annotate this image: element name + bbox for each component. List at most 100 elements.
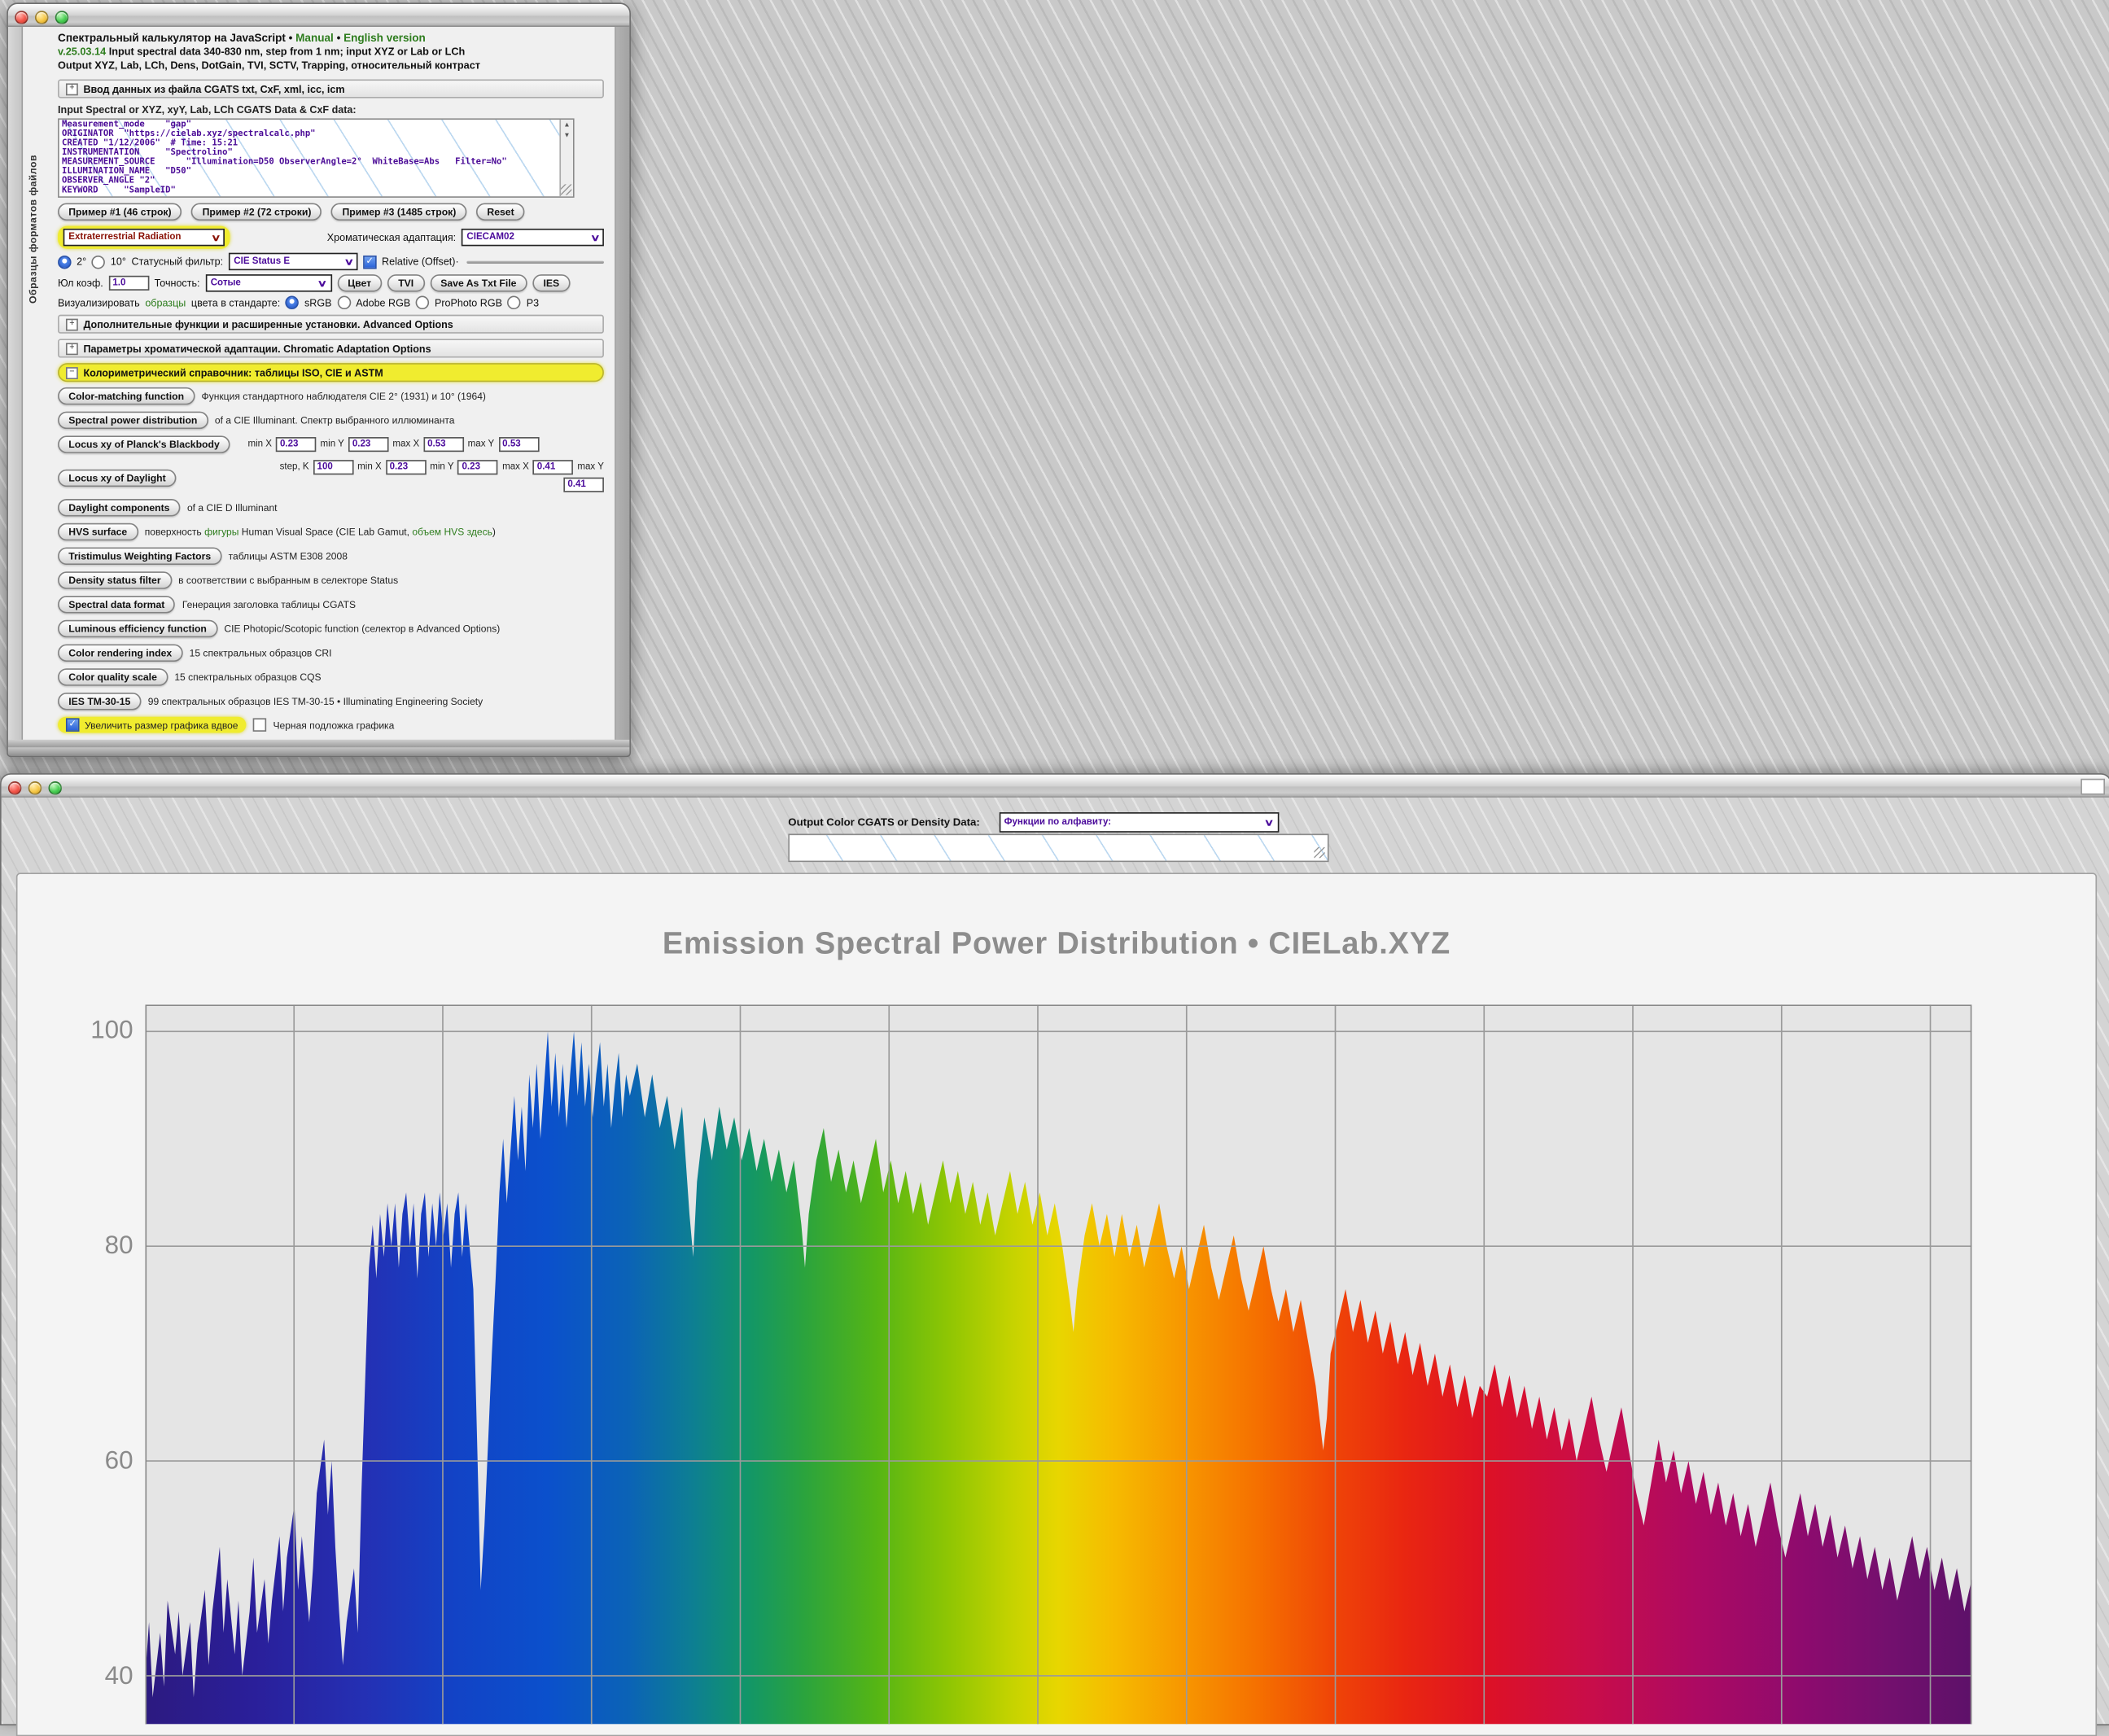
observer-2deg-radio[interactable]: [58, 255, 72, 269]
chevron-down-icon: ∨: [317, 278, 328, 288]
yule-label: Юл коэф.: [58, 277, 103, 289]
zoom-button[interactable]: [55, 10, 69, 24]
relative-offset-label: Relative (Offset)·: [382, 256, 459, 268]
luminous-efficiency-button[interactable]: Luminous efficiency function: [58, 620, 217, 637]
example3-button[interactable]: Пример #3 (1485 строк): [331, 203, 466, 221]
chevron-down-icon: ∨: [590, 232, 601, 243]
prophoto-radio[interactable]: [416, 296, 430, 310]
reset-button[interactable]: Reset: [476, 203, 525, 221]
dl-maxy-input[interactable]: 0.41: [563, 478, 604, 492]
figure-link[interactable]: фигуры: [204, 526, 238, 538]
calc-content: Образцы форматов файлов Спектральный кал…: [21, 27, 615, 740]
spectrum-plot: [145, 1004, 1971, 1724]
minimize-button[interactable]: [28, 781, 42, 794]
double-graph-size-checkbox[interactable]: ✓: [66, 718, 80, 732]
ies-tm30-button[interactable]: IES TM-30-15: [58, 693, 141, 710]
example1-button[interactable]: Пример #1 (46 строк): [58, 203, 182, 221]
observer-10deg-radio[interactable]: [92, 255, 106, 269]
tristimulus-weighting-button[interactable]: Tristimulus Weighting Factors: [58, 548, 221, 565]
example2-button[interactable]: Пример #2 (72 строки): [191, 203, 322, 221]
color-rendering-index-button[interactable]: Color rendering index: [58, 644, 182, 661]
section-advanced-options[interactable]: + Дополнительные функции и расширенные у…: [58, 315, 604, 334]
black-background-checkbox[interactable]: [253, 718, 267, 732]
check-icon: ✓: [365, 256, 374, 266]
collapse-icon[interactable]: −: [66, 366, 78, 378]
spectral-calculator-window: Образцы форматов файлов Спектральный кал…: [7, 2, 631, 757]
zoom-button[interactable]: [48, 781, 62, 794]
precision-select[interactable]: Сотые∨: [205, 274, 331, 291]
tvi-button[interactable]: TVI: [387, 274, 424, 291]
titlebar-widget[interactable]: [2081, 779, 2105, 795]
calc-window-bottom-edge: [8, 740, 629, 756]
bb-maxy-input[interactable]: 0.53: [498, 437, 539, 452]
input-textarea[interactable]: Measurement_mode "gap" ORIGINATOR "https…: [58, 118, 575, 197]
bullet: •: [289, 33, 293, 45]
dl-maxx-input[interactable]: 0.41: [533, 460, 574, 474]
minimize-button[interactable]: [35, 10, 49, 24]
close-button[interactable]: [8, 781, 22, 794]
ies-button[interactable]: IES: [532, 274, 570, 291]
bb-miny-input[interactable]: 0.23: [348, 437, 389, 452]
close-button[interactable]: [15, 10, 28, 24]
color-matching-function-button[interactable]: Color-matching function: [58, 387, 195, 404]
check-icon: ✓: [68, 719, 77, 729]
hvs-surface-button[interactable]: HVS surface: [58, 523, 138, 540]
dl-minx-input[interactable]: 0.23: [386, 460, 427, 474]
chart-title: Emission Spectral Power Distribution • C…: [17, 925, 2095, 962]
expand-icon[interactable]: +: [66, 318, 78, 330]
calc-titlebar[interactable]: [8, 4, 629, 27]
subtitle-line1: v.25.03.14 Input spectral data 340-830 n…: [58, 46, 604, 58]
status-filter-select[interactable]: CIE Status E∨: [229, 253, 358, 270]
resize-handle-icon[interactable]: [1314, 847, 1324, 858]
subtitle-line2: Output XYZ, Lab, LCh, Dens, DotGain, TVI…: [58, 59, 604, 72]
samples-link[interactable]: образцы: [145, 296, 186, 308]
adobergb-radio[interactable]: [337, 296, 351, 310]
section-colorimetric-reference[interactable]: − Колориметрический справочник: таблицы …: [58, 363, 604, 382]
color-button[interactable]: Цвет: [337, 274, 382, 291]
output-chart-window: Output Color CGATS or Density Data: Функ…: [0, 773, 2109, 1725]
yule-input[interactable]: 1.0: [108, 276, 149, 291]
chevron-down-icon: ∨: [343, 256, 354, 267]
density-status-filter-button[interactable]: Density status filter: [58, 571, 172, 588]
y-axis-tick-40: 40: [45, 1662, 133, 1691]
spectrum-svg: [145, 1004, 1971, 1724]
file-format-samples-vertical-tab[interactable]: Образцы форматов файлов: [27, 155, 39, 304]
daylight-components-button[interactable]: Daylight components: [58, 499, 181, 516]
chevron-down-icon: ∨: [211, 232, 221, 243]
precision-label: Точность:: [155, 277, 200, 289]
illuminant-select[interactable]: Extraterrestrial Radiation∨: [63, 229, 225, 246]
hvs-volume-link[interactable]: объем HVS здесь: [412, 526, 492, 538]
divider: [467, 260, 604, 263]
color-quality-scale-button[interactable]: Color quality scale: [58, 668, 168, 685]
spectral-data-format-button[interactable]: Spectral data format: [58, 596, 176, 613]
section-chromatic-options[interactable]: + Параметры хроматической адаптации. Chr…: [58, 339, 604, 357]
bullet: •: [337, 33, 341, 45]
dl-step-input[interactable]: 100: [313, 460, 354, 474]
input-data-label: Input Spectral or XYZ, xyY, Lab, LCh CGA…: [58, 103, 604, 116]
manual-link[interactable]: Manual: [295, 33, 334, 45]
bb-minx-input[interactable]: 0.23: [276, 437, 317, 452]
dl-miny-input[interactable]: 0.23: [458, 460, 499, 474]
section-file-input[interactable]: + Ввод данных из файла CGATS txt, CxF, x…: [58, 79, 604, 98]
functions-select[interactable]: Функции по алфавиту:∨: [999, 812, 1279, 833]
bb-maxx-input[interactable]: 0.53: [423, 437, 464, 452]
chevron-down-icon: ∨: [1264, 817, 1275, 828]
spectral-power-distribution-button[interactable]: Spectral power distribution: [58, 412, 208, 429]
chart-panel: Emission Spectral Power Distribution • C…: [16, 872, 2097, 1736]
output-titlebar[interactable]: [2, 775, 2109, 798]
output-textarea[interactable]: [788, 833, 1328, 862]
p3-radio[interactable]: [508, 296, 522, 310]
locus-daylight-button[interactable]: Locus xy of Daylight: [58, 470, 177, 487]
relative-offset-checkbox[interactable]: ✓: [363, 255, 377, 269]
output-data-label: Output Color CGATS or Density Data:: [788, 816, 980, 829]
srgb-radio[interactable]: [286, 296, 300, 310]
english-version-link[interactable]: English version: [343, 33, 426, 45]
expand-icon[interactable]: +: [66, 343, 78, 355]
y-axis-tick-60: 60: [45, 1447, 133, 1476]
chromatic-adaptation-select[interactable]: CIECAM02∨: [462, 229, 604, 246]
desktop: Образцы форматов файлов Спектральный кал…: [0, 0, 2109, 1721]
expand-icon[interactable]: +: [66, 83, 78, 95]
locus-blackbody-button[interactable]: Locus xy of Planck's Blackbody: [58, 435, 230, 453]
save-as-txt-button[interactable]: Save As Txt File: [430, 274, 527, 291]
resize-handle-icon[interactable]: [561, 184, 571, 195]
